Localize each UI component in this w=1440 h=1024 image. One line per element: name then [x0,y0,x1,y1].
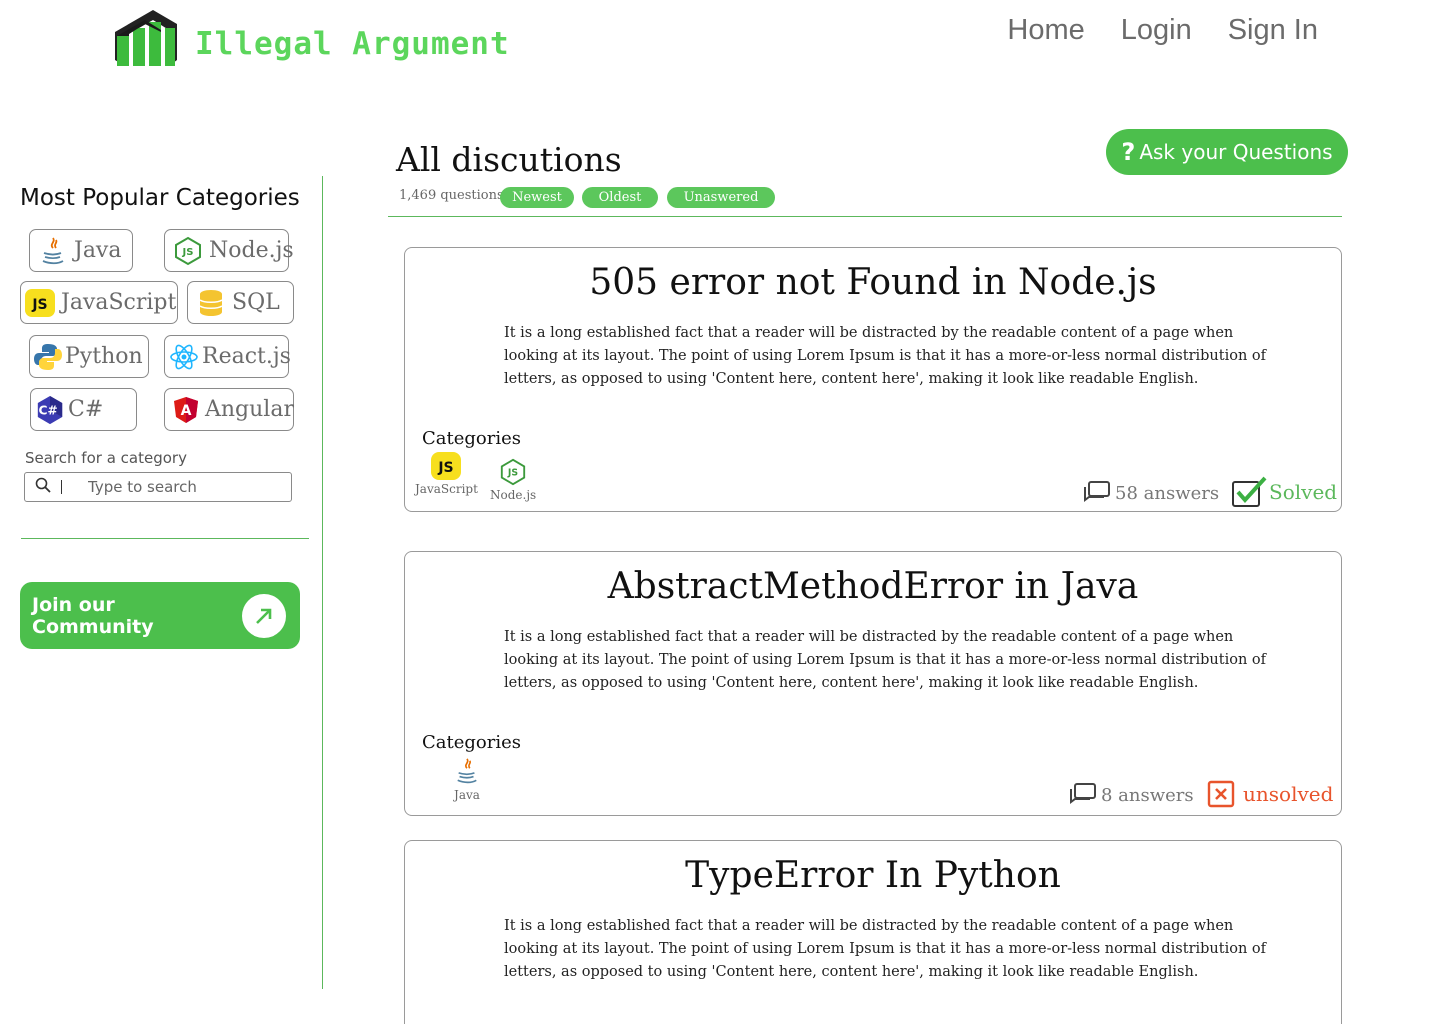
sidebar-vertical-divider [322,176,323,989]
answers-label: 58 answers [1115,482,1220,504]
question-body: It is a long established fact that a rea… [504,325,1267,387]
category-label: Java [454,788,480,802]
javascript-icon: JS [431,452,462,480]
sidebar-divider [21,538,309,539]
database-icon [196,288,226,318]
comments-icon [1084,481,1110,502]
svg-text:C#: C# [39,403,58,417]
category-chip-angular[interactable]: A Angular [164,388,294,431]
category-search [24,472,292,502]
filter-oldest[interactable]: Oldest [582,187,658,208]
status-badge: Solved [1231,476,1337,508]
join-community-button[interactable]: Join our Community [20,582,300,649]
category-label: Node.js [490,488,537,502]
filter-unanswered[interactable]: Unaswered [667,187,775,208]
search-label: Search for a category [25,449,187,467]
main-divider [388,216,1342,217]
answers-count[interactable]: 8 answers [1069,782,1194,808]
category-chip-label: React.js [202,344,291,369]
category-chip-java[interactable]: Java [29,229,133,272]
sidebar-title: Most Popular Categories [20,185,300,211]
question-card[interactable]: TypeError In Python It is a long establi… [404,840,1342,1024]
page-title: All discutions [396,140,622,179]
brand-name: Illegal Argument [195,26,510,62]
question-category-java[interactable]: Java [454,756,480,802]
filter-newest[interactable]: Newest [500,187,574,208]
answers-count[interactable]: 58 answers [1083,480,1219,506]
javascript-icon: JS [25,288,55,318]
question-card[interactable]: 505 error not Found in Node.js It is a l… [404,247,1342,512]
angular-icon: A [173,395,199,425]
status-label: Solved [1269,480,1338,504]
category-chip-label: Angular [205,397,294,422]
categories-heading: Categories [422,428,521,449]
category-chip-label: SQL [232,290,280,315]
status-label: unsolved [1243,782,1334,806]
category-chip-csharp[interactable]: C# C# [30,388,137,431]
logo-mark-icon [115,10,177,66]
top-nav: Home Login Sign In [1007,14,1318,47]
question-title[interactable]: 505 error not Found in Node.js [405,262,1341,303]
java-icon [457,758,477,784]
nodejs-icon: JS [173,236,203,266]
question-category-javascript[interactable]: JS JavaScript [415,452,478,496]
categories-heading: Categories [422,732,521,753]
category-chip-nodejs[interactable]: JS Node.js [164,229,294,272]
category-chip-label: C# [68,397,104,422]
question-title[interactable]: AbstractMethodError in Java [405,566,1341,607]
category-chip-react[interactable]: React.js [164,335,291,378]
nav-signin[interactable]: Sign In [1228,14,1318,47]
search-icon [35,477,51,498]
nav-home[interactable]: Home [1007,14,1084,47]
nodejs-icon: JS [500,458,526,486]
svg-text:JS: JS [507,468,518,479]
comments-icon [1070,783,1096,804]
brand-logo[interactable]: Illegal Argument [113,6,510,68]
react-icon [169,342,199,372]
arrow-up-right-icon [242,593,286,638]
question-count: 1,469 questions [399,188,504,203]
svg-text:A: A [181,403,192,419]
question-body: It is a long established fact that a rea… [504,918,1267,980]
svg-text:JS: JS [31,297,47,313]
question-card[interactable]: AbstractMethodError in Java It is a long… [404,551,1342,816]
python-icon [33,342,63,372]
category-chip-sql[interactable]: SQL [187,281,294,324]
nav-login[interactable]: Login [1121,14,1192,47]
category-chip-label: Node.js [209,238,294,263]
text-cursor [61,480,62,494]
category-label: JavaScript [415,482,478,496]
svg-text:JS: JS [438,460,454,476]
join-community-label: Join our Community [32,593,154,638]
java-icon [38,236,68,266]
status-badge: unsolved [1207,780,1333,808]
answers-label: 8 answers [1101,784,1194,806]
ask-question-label: Ask your Questions [1139,140,1333,164]
search-input[interactable] [88,478,278,496]
question-title[interactable]: TypeError In Python [405,855,1341,896]
category-chip-javascript[interactable]: JS JavaScript [20,281,178,324]
csharp-icon: C# [35,395,65,425]
close-square-icon [1207,780,1235,808]
question-category-nodejs[interactable]: JS Node.js [490,458,536,502]
category-chip-label: Java [74,238,122,263]
category-chip-python[interactable]: Python [29,335,149,378]
question-mark-icon: ? [1121,138,1136,166]
question-body: It is a long established fact that a rea… [504,629,1267,691]
check-square-icon [1232,476,1267,507]
category-chip-label: Python [65,344,143,369]
svg-text:JS: JS [182,247,194,258]
category-chip-label: JavaScript [61,290,177,315]
ask-question-button[interactable]: ? Ask your Questions [1106,129,1348,175]
